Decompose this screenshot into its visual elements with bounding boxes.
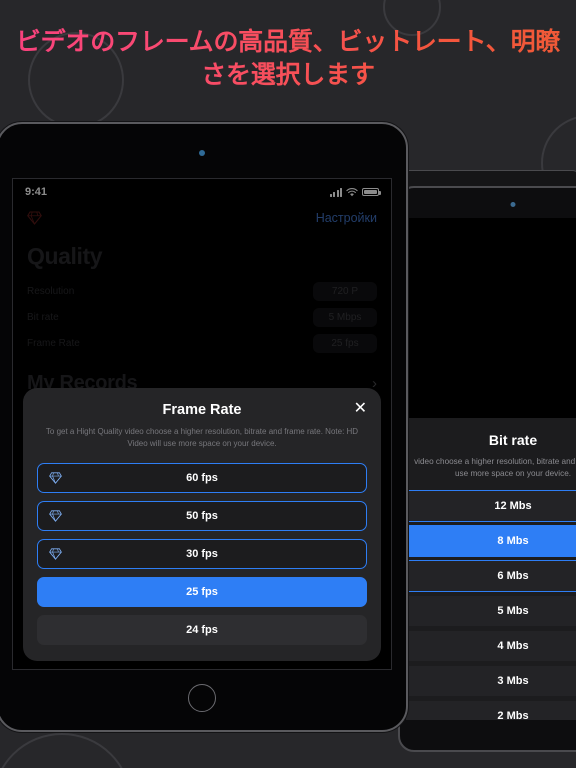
bit-rate-option[interactable]: 2 Mbs [406, 699, 576, 720]
modal-title: Frame Rate [162, 402, 242, 418]
option-label: 50 fps [186, 510, 218, 522]
background-device-screen: Bit rate video choose a higher resolutio… [406, 218, 576, 720]
background-device: Bit rate video choose a higher resolutio… [398, 186, 576, 752]
bit-rate-option[interactable]: 6 Mbs [406, 559, 576, 592]
modal-header: Frame Rate ✕ [37, 401, 368, 419]
diamond-icon [49, 472, 62, 484]
option-label: 30 fps [186, 548, 218, 560]
decorative-circle [0, 733, 132, 768]
bit-rate-option-label: 6 Mbs [497, 569, 529, 582]
option-label: 25 fps [186, 586, 218, 598]
bit-rate-option-label: 2 Mbs [497, 709, 529, 720]
frame-rate-option-30[interactable]: 30 fps [37, 539, 367, 569]
frame-rate-option-50[interactable]: 50 fps [37, 501, 367, 531]
bit-rate-option[interactable]: 12 Mbs [406, 489, 576, 522]
frame-rate-option-60[interactable]: 60 fps [37, 463, 367, 493]
bit-rate-option-label: 8 Mbs [497, 534, 529, 547]
bit-rate-sheet: Bit rate video choose a higher resolutio… [406, 418, 576, 720]
bit-rate-option[interactable]: 3 Mbs [406, 664, 576, 697]
bit-rate-option[interactable]: 5 Mbs [406, 594, 576, 627]
bit-rate-title: Bit rate [488, 432, 538, 448]
tablet-screen: 9:41 Настройки Quality Resolution 720 P … [12, 178, 392, 670]
bit-rate-option[interactable]: 4 Mbs [406, 629, 576, 662]
option-label: 60 fps [186, 472, 218, 484]
bit-rate-option-label: 3 Mbs [497, 674, 529, 687]
frame-rate-option-25-selected[interactable]: 25 fps [37, 577, 367, 607]
bit-rate-option-label: 4 Mbs [497, 639, 529, 652]
bit-rate-option-list: 12 Mbs 8 Mbs 6 Mbs 5 Mbs 4 Mbs 3 Mbs 2 M… [406, 489, 576, 720]
diamond-icon [49, 510, 62, 522]
frame-rate-option-list: 60 fps 50 fps 30 fps 25 fps 24 fps [37, 463, 367, 645]
bit-rate-option-label: 12 Mbs [494, 499, 532, 512]
option-label: 24 fps [186, 624, 218, 636]
camera-icon [199, 150, 205, 156]
camera-icon [510, 202, 516, 207]
bit-rate-option-label: 5 Mbs [497, 604, 529, 617]
modal-subtitle: To get a Hight Quality video choose a hi… [45, 427, 359, 448]
bit-rate-option-selected[interactable]: 8 Mbs [406, 524, 576, 557]
frame-rate-option-24[interactable]: 24 fps [37, 615, 367, 645]
tablet-device-mockup: 9:41 Настройки Quality Resolution 720 P … [0, 122, 408, 732]
close-icon[interactable]: ✕ [354, 401, 367, 417]
page-headline: ビデオのフレームの高品質、ビットレート、明瞭さを選択します [0, 26, 576, 91]
home-button[interactable] [188, 684, 216, 712]
bit-rate-subtitle: video choose a higher resolution, bitrat… [414, 457, 576, 478]
diamond-icon [49, 548, 62, 560]
frame-rate-modal: Frame Rate ✕ To get a Hight Quality vide… [23, 388, 381, 661]
